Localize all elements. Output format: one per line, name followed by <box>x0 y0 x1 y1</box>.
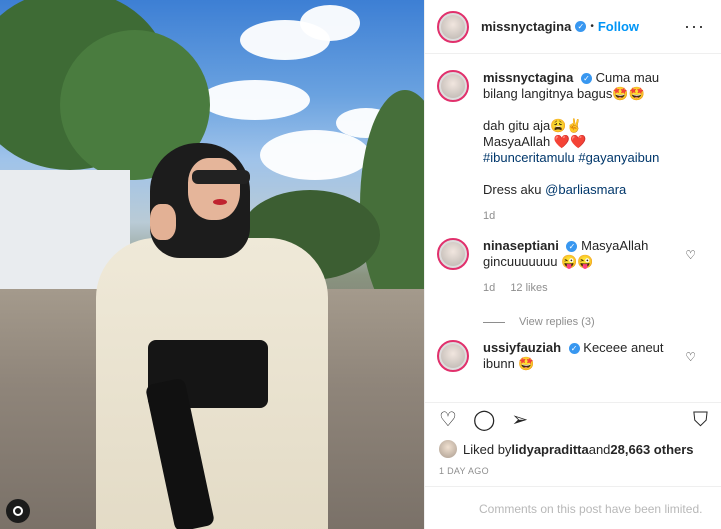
tagged-users-icon[interactable] <box>6 499 30 523</box>
comment-item: ninaseptiani ✓ MasyaAllah gincuuuuuuu 😜😜… <box>425 238 721 330</box>
post-modal: missnyctagina ✓ • Follow ··· missnyctagi… <box>0 0 721 529</box>
face <box>188 158 240 220</box>
post-sidebar: missnyctagina ✓ • Follow ··· missnyctagi… <box>424 0 721 529</box>
more-options-icon[interactable]: ··· <box>684 16 705 37</box>
avatar[interactable] <box>437 70 469 102</box>
liker-avatar[interactable] <box>439 440 457 458</box>
verified-badge-icon: ✓ <box>575 21 587 32</box>
caption-hashtags[interactable]: #ibunceritamulu #gayanyaibun <box>483 150 683 166</box>
view-replies-button[interactable]: View replies (3) <box>519 316 595 328</box>
likes-summary: Liked by lidyapraditta and 28,663 others <box>439 440 694 458</box>
comments-list[interactable]: missnyctagina ✓ Cuma mau bilang langitny… <box>425 70 721 400</box>
comment-like-icon[interactable]: ♡ <box>685 350 696 364</box>
mention-link[interactable]: @barliasmara <box>545 182 626 197</box>
avatar[interactable] <box>437 340 469 372</box>
verified-badge-icon: ✓ <box>566 241 578 253</box>
comment-like-icon[interactable]: ♡ <box>685 248 696 262</box>
like-icon[interactable]: ♡ <box>439 409 457 432</box>
comment-icon[interactable]: ◯ <box>473 409 495 432</box>
action-bar: ♡ ◯ ➢ ⛉ <box>425 402 721 438</box>
caption-username[interactable]: missnyctagina <box>483 70 573 85</box>
sunglasses <box>192 170 250 184</box>
likes-count-button[interactable]: 28,663 others <box>610 442 693 457</box>
comment-likes[interactable]: 12 likes <box>510 282 547 294</box>
verified-badge-icon: ✓ <box>580 73 592 85</box>
follow-button[interactable]: Follow <box>598 19 639 34</box>
post-timestamp[interactable]: 1 DAY AGO <box>439 466 489 476</box>
comments-limited-notice: Comments on this post have been limited. <box>425 486 721 529</box>
comment-username[interactable]: ussiyfauziah <box>483 340 561 355</box>
verified-badge-icon: ✓ <box>568 343 580 355</box>
caption-line2: dah gitu aja😩✌ <box>483 118 583 133</box>
caption-dress-prefix: Dress aku <box>483 182 546 197</box>
avatar[interactable] <box>437 10 469 43</box>
post-photo[interactable] <box>0 0 424 529</box>
comment-item: ussiyfauziah ✓ Keceee aneut ibunn 🤩 ♡ <box>425 340 721 372</box>
comment-age: 1d <box>483 282 496 294</box>
caption-line3: MasyaAllah ❤️❤️ <box>483 134 587 149</box>
bookmark-icon[interactable]: ⛉ <box>693 409 708 432</box>
post-header: missnyctagina ✓ • Follow ··· <box>425 0 721 54</box>
header-username[interactable]: missnyctagina <box>481 19 571 34</box>
caption-age: 1d <box>483 210 496 222</box>
liker-username[interactable]: lidyapraditta <box>511 442 588 457</box>
separator-dot: • <box>590 21 594 32</box>
caption: missnyctagina ✓ Cuma mau bilang langitny… <box>425 70 721 224</box>
comment-username[interactable]: ninaseptiani <box>483 238 559 253</box>
avatar[interactable] <box>437 238 469 270</box>
share-icon[interactable]: ➢ <box>511 409 528 432</box>
